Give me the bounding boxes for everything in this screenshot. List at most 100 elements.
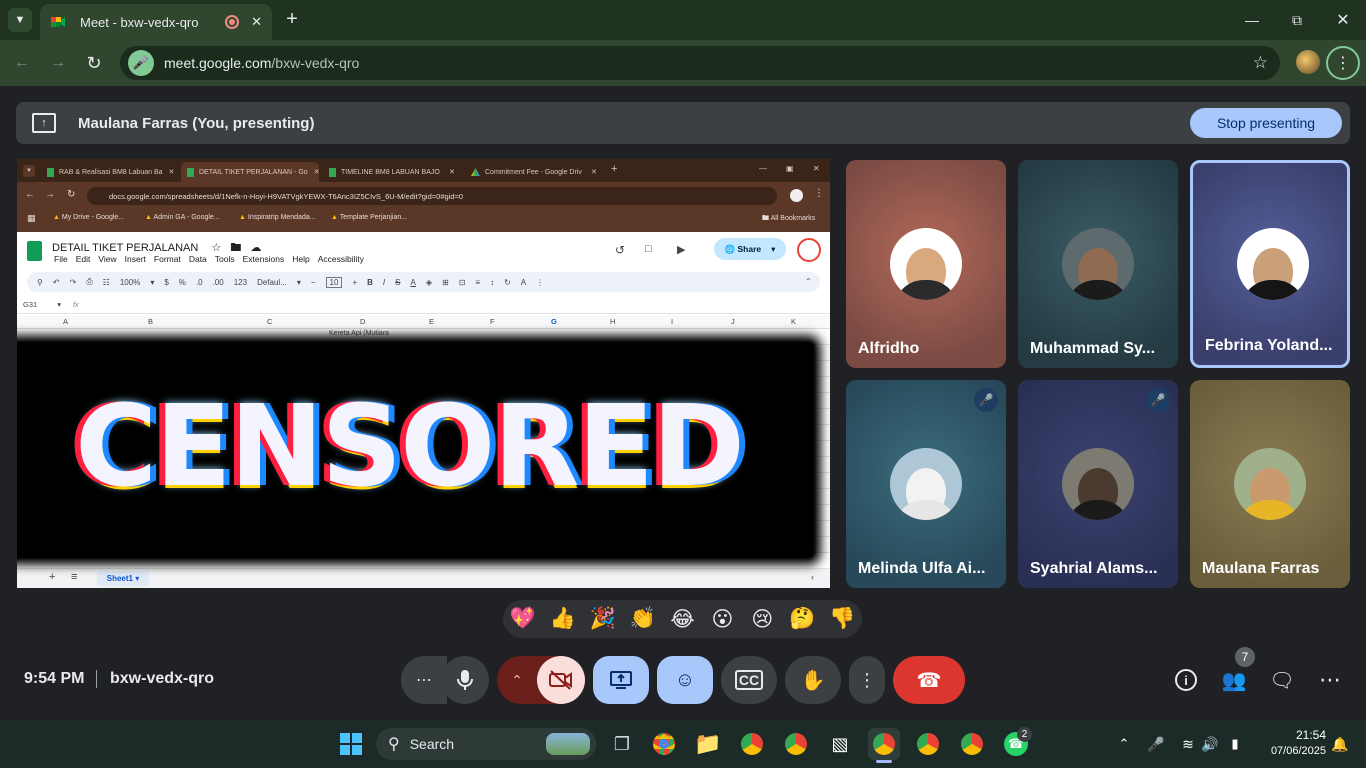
tray-time[interactable]: 21:54 <box>1286 728 1326 742</box>
chat-icon[interactable]: 🗨 <box>1267 665 1297 695</box>
avatar <box>1062 448 1134 520</box>
tray-chevron-icon[interactable]: ⌃ <box>1114 734 1134 754</box>
chrome-icon[interactable] <box>648 728 680 760</box>
comment-icon: □ <box>645 243 652 255</box>
wifi-icon[interactable]: ≋ <box>1178 734 1198 754</box>
bookmark-star-icon[interactable]: ☆ <box>1253 53 1268 73</box>
sheet-menu: File Edit View Insert Format Data Tools Extensi… <box>54 254 365 264</box>
microphone-button[interactable] <box>441 656 489 704</box>
chrome-profile-icon[interactable] <box>912 728 944 760</box>
censored-text: CENSORED <box>74 382 745 512</box>
notification-bell-icon[interactable]: 🔔 <box>1330 734 1350 754</box>
reaction-laugh-button[interactable]: 😂 <box>663 607 703 632</box>
tray-mic-icon[interactable]: 🎤 <box>1146 734 1166 754</box>
captions-button[interactable]: CC <box>721 656 777 704</box>
back-icon[interactable]: ← <box>10 51 34 75</box>
sheet-scroll-icon: ‹ <box>811 572 814 582</box>
shared-url-bar: docs.google.com/spreadsheets/d/1Nefk-n-H… <box>87 187 777 205</box>
people-icon[interactable]: 👥 <box>1219 665 1249 695</box>
more-options-button[interactable]: ⋮ <box>849 656 885 704</box>
participant-name: Febrina Yoland... <box>1205 337 1333 354</box>
restore-icon[interactable]: ⧉ <box>1287 10 1307 30</box>
bookmark-item: ▲ Template Perjanjian... <box>331 214 408 221</box>
tray-date[interactable]: 07/06/2025 <box>1260 745 1326 757</box>
history-icon: ↺ <box>615 243 626 257</box>
camera-off-button[interactable] <box>537 656 585 704</box>
reload-icon[interactable]: ↻ <box>82 51 106 75</box>
participant-name: Muhammad Sy... <box>1030 340 1156 357</box>
microphone-icon <box>457 670 473 690</box>
raise-hand-button[interactable]: ✋ <box>785 656 841 704</box>
all-sheets-icon: ≡ <box>71 571 78 583</box>
shared-minimize-icon: — <box>759 164 767 173</box>
participant-tile[interactable]: 🎤 Syahrial Alams... <box>1018 380 1178 588</box>
camera-options-chevron-icon[interactable]: ⌃ <box>497 656 537 704</box>
chrome-profile-icon[interactable] <box>956 728 988 760</box>
tab-list-chevron-icon[interactable]: ▼ <box>8 8 32 32</box>
search-highlight-image <box>546 733 590 755</box>
bookmark-item: ▲ Inspiratrip Mendada... <box>239 214 316 221</box>
shared-menu-icon: ⋮ <box>814 188 824 199</box>
reaction-party-button[interactable]: 🎉 <box>583 607 623 631</box>
minimize-icon[interactable]: — <box>1242 10 1262 30</box>
forward-icon[interactable]: → <box>46 51 70 75</box>
reaction-clap-button[interactable]: 👏 <box>623 607 663 631</box>
shared-tab-list-icon: ▼ <box>23 165 35 177</box>
participant-tile[interactable]: 🎤 Melinda Ulfa Ai... <box>846 380 1006 588</box>
reaction-sad-button[interactable]: 😢 <box>742 607 782 632</box>
taskbar-search[interactable]: ⚲ Search <box>376 728 596 760</box>
chrome-profile-icon[interactable] <box>780 728 812 760</box>
browser-menu-icon[interactable]: ⋮ <box>1326 46 1360 80</box>
shared-restore-icon: ▣ <box>786 164 794 173</box>
new-tab-icon[interactable]: + <box>282 8 302 30</box>
avatar <box>890 448 962 520</box>
close-window-icon[interactable]: ✕ <box>1333 10 1353 30</box>
browser-tab-meet[interactable]: Meet - bxw-vedx-qro ✕ <box>40 4 272 40</box>
reaction-thinking-button[interactable]: 🤔 <box>782 607 822 631</box>
present-now-button[interactable] <box>593 656 649 704</box>
formula-bar: G31 ▾ fx <box>17 296 830 314</box>
sheet-tab-sheet1: Sheet1 ▾ <box>97 571 149 586</box>
file-explorer-icon[interactable]: 📁 <box>692 728 724 760</box>
meeting-time: 9:54 PM <box>24 670 85 687</box>
bookmark-item: ▲ Admin GA - Google... <box>145 214 220 221</box>
task-view-icon[interactable]: ❐ <box>606 728 638 760</box>
close-tab-icon[interactable]: ✕ <box>251 14 262 30</box>
participant-tile[interactable]: Alfridho <box>846 160 1006 368</box>
reaction-heart-button[interactable]: 💖 <box>503 607 543 631</box>
participant-name: Alfridho <box>858 340 920 357</box>
recording-icon <box>225 15 240 29</box>
participant-tile[interactable]: Maulana Farras <box>1190 380 1350 588</box>
whatsapp-badge: 2 <box>1017 727 1032 742</box>
stop-presenting-button[interactable]: Stop presenting <box>1190 108 1342 138</box>
mic-off-icon: 🎤 <box>974 388 998 412</box>
sheets-logo-icon <box>27 241 42 261</box>
microphone-site-icon[interactable]: 🎤 <box>128 50 154 76</box>
shared-close-icon: ✕ <box>813 164 820 173</box>
present-screen-icon <box>610 671 632 689</box>
avatar <box>1237 228 1309 300</box>
shared-screen: ▼ RAB & Realisasi BM8 Labuan Ba ✕ DETAIL … <box>17 159 830 588</box>
chrome-active-icon[interactable] <box>868 728 900 760</box>
share-button: 🌐 Share ▾ <box>714 238 786 260</box>
activities-grid-icon[interactable]: ⋯ <box>1315 665 1345 695</box>
profile-avatar[interactable] <box>1296 50 1320 74</box>
battery-icon[interactable]: ▮ <box>1224 734 1246 754</box>
shared-tab: TIMELINE BM8 LABUAN BAJO ✕ <box>323 162 461 182</box>
reaction-thumbs-up-button[interactable]: 👍 <box>543 607 583 631</box>
participant-tile-speaking[interactable]: Febrina Yoland... <box>1190 160 1350 368</box>
meeting-info-icon[interactable]: i <box>1171 665 1201 695</box>
windows-start-icon[interactable] <box>335 728 367 760</box>
leave-call-button[interactable]: ☎ <box>893 656 965 704</box>
emoji-reactions-button[interactable]: ☺ <box>657 656 713 704</box>
reaction-surprised-button[interactable]: 😮 <box>702 607 742 632</box>
chrome-profile-icon[interactable] <box>736 728 768 760</box>
reaction-thumbs-down-button[interactable]: 👎 <box>822 607 862 631</box>
store-icon[interactable]: ▧ <box>824 728 856 760</box>
url-text[interactable]: meet.google.com/bxw-vedx-qro <box>164 55 359 71</box>
volume-icon[interactable]: 🔊 <box>1200 734 1220 754</box>
participant-tile[interactable]: Muhammad Sy... <box>1018 160 1178 368</box>
avatar <box>890 228 962 300</box>
address-bar[interactable]: 🎤 meet.google.com/bxw-vedx-qro ☆ <box>120 46 1280 80</box>
cell-d-text: Kereta Api (Mutiara <box>329 330 389 337</box>
